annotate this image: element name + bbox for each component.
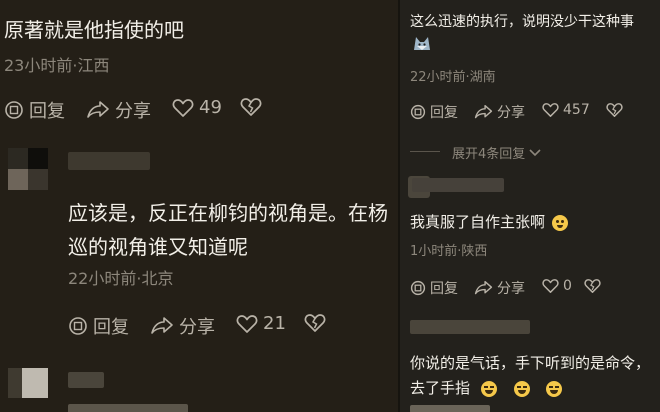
comment-meta: 1小时前·陕西 xyxy=(410,244,488,259)
comment-text-line2: 巡的视角谁又知道呢 xyxy=(68,235,248,259)
share-icon xyxy=(474,280,493,295)
comment-panel-right: 这么迅速的执行，说明没少干这种事 22小时前·湖南 回复 分享 457 展开4条… xyxy=(398,0,660,412)
like-count: 49 xyxy=(199,97,222,118)
comment-text: 原著就是他指使的吧 xyxy=(4,18,184,42)
share-icon xyxy=(474,104,493,119)
broken-heart-icon xyxy=(606,103,623,117)
share-button[interactable]: 分享 xyxy=(474,278,525,298)
dislike-button[interactable] xyxy=(304,313,326,333)
comment-text-line1: 应该是，反正在柳钧的视角是。在杨 xyxy=(68,201,388,225)
comment-meta: 23小时前·江西 xyxy=(4,56,110,75)
reply-button[interactable]: 回复 xyxy=(410,278,458,298)
reply-label: 回复 xyxy=(430,281,458,297)
comment-meta: 22小时前·湖南 xyxy=(410,70,496,85)
emoji-icon xyxy=(546,380,563,397)
expand-replies-label: 展开4条回复 xyxy=(452,147,526,162)
share-label: 分享 xyxy=(497,281,525,297)
reply-label: 回复 xyxy=(29,101,65,122)
heart-icon xyxy=(172,98,194,117)
broken-heart-icon xyxy=(584,279,601,293)
like-count: 457 xyxy=(563,102,590,118)
like-button[interactable]: 457 xyxy=(542,102,590,118)
share-label: 分享 xyxy=(497,105,525,121)
dislike-button[interactable] xyxy=(240,97,262,117)
username-blurred[interactable] xyxy=(410,320,530,334)
heart-icon xyxy=(236,314,258,333)
broken-heart-icon xyxy=(304,314,326,332)
reply-icon xyxy=(410,280,426,296)
share-button[interactable]: 分享 xyxy=(150,313,215,339)
like-button[interactable]: 21 xyxy=(236,313,286,334)
share-button[interactable]: 分享 xyxy=(474,102,525,122)
share-label: 分享 xyxy=(115,101,151,122)
emoji-icon xyxy=(480,380,497,397)
reply-button[interactable]: 回复 xyxy=(410,102,458,122)
comment-text: 这么迅速的执行，说明没少干这种事 xyxy=(410,14,634,30)
reply-button[interactable]: 回复 xyxy=(68,313,129,339)
comment-text-content: 我真服了自作主张啊 xyxy=(410,213,546,231)
emoji-icon xyxy=(551,214,568,231)
username-blurred[interactable] xyxy=(412,178,504,192)
username-blurred[interactable] xyxy=(68,372,104,388)
comment-meta: 22小时前·北京 xyxy=(68,269,174,288)
dislike-button[interactable] xyxy=(584,278,601,294)
avatar[interactable] xyxy=(8,368,48,398)
divider xyxy=(410,151,440,152)
comment-text: 我真服了自作主张啊 xyxy=(410,211,568,232)
share-button[interactable]: 分享 xyxy=(86,97,151,123)
comment-text-partial xyxy=(68,404,188,412)
comment-panel-left: 原著就是他指使的吧 23小时前·江西 回复 分享 49 应该是，反正在柳钧的视角… xyxy=(0,0,398,412)
reply-icon xyxy=(410,104,426,120)
like-button[interactable]: 49 xyxy=(172,97,222,118)
wolf-sticker-icon xyxy=(414,37,430,50)
reply-icon xyxy=(69,317,87,335)
reply-label: 回复 xyxy=(430,105,458,121)
like-button[interactable]: 0 xyxy=(542,278,572,294)
comment-text-line2: 去了手指 xyxy=(410,377,563,398)
share-icon xyxy=(151,317,173,334)
like-count: 0 xyxy=(563,278,572,294)
reply-label: 回复 xyxy=(93,317,129,338)
broken-heart-icon xyxy=(240,98,262,116)
reply-button[interactable]: 回复 xyxy=(4,97,65,123)
dislike-button[interactable] xyxy=(606,102,623,118)
like-count: 21 xyxy=(263,313,286,334)
avatar[interactable] xyxy=(8,148,48,190)
username-blurred[interactable] xyxy=(68,152,150,170)
comment-text-content: 去了手指 xyxy=(410,379,471,397)
share-icon xyxy=(87,101,109,118)
expand-replies-button[interactable]: 展开4条回复 xyxy=(452,143,541,162)
comment-text-line1: 你说的是气话，手下听到的是命令， xyxy=(410,354,651,372)
heart-icon xyxy=(542,279,559,293)
reply-icon xyxy=(5,101,23,119)
emoji-icon xyxy=(513,380,530,397)
heart-icon xyxy=(542,103,559,117)
comment-meta-partial xyxy=(410,405,490,412)
share-label: 分享 xyxy=(179,317,215,338)
chevron-down-icon xyxy=(529,148,541,156)
